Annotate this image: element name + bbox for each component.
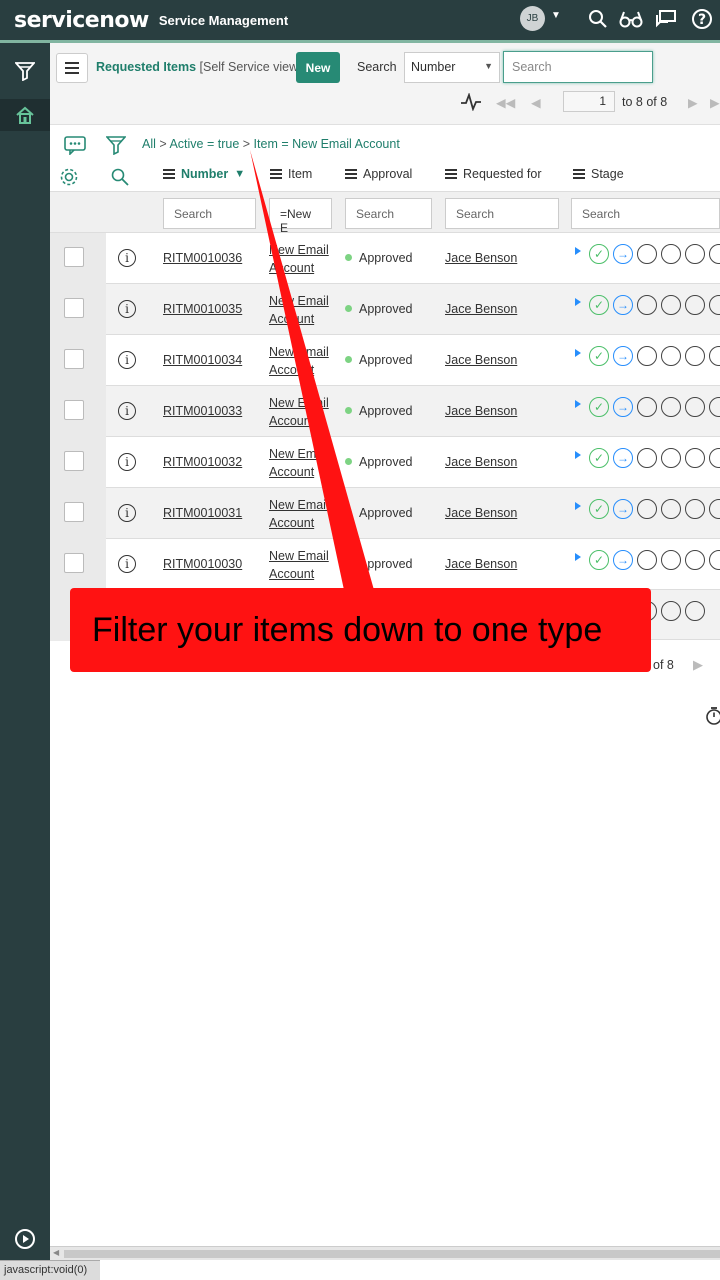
browser-status-bar: javascript:void(0) [0,1260,100,1280]
scrollbar-thumb[interactable] [64,1250,720,1258]
annotation-callout: Filter your items down to one type [70,588,651,672]
horizontal-scrollbar[interactable]: ◀ [50,1246,720,1260]
scroll-left-icon[interactable]: ◀ [53,1248,59,1257]
